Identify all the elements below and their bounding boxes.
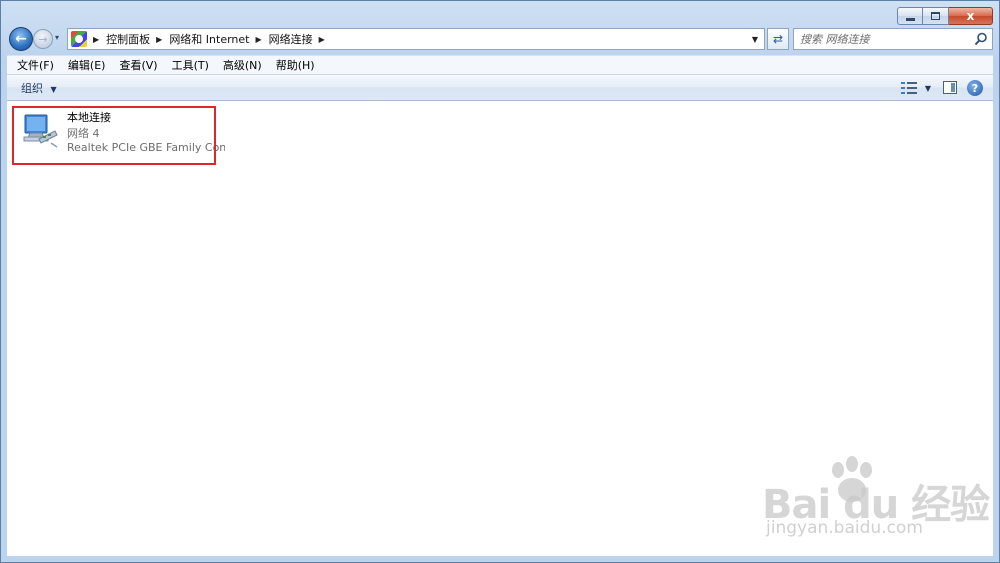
control-panel-icon: [71, 31, 87, 47]
close-icon: x: [966, 9, 975, 23]
breadcrumb-separator-icon[interactable]: ▶: [319, 35, 325, 44]
minimize-button[interactable]: [897, 7, 923, 25]
menu-edit[interactable]: 编辑(E): [61, 57, 113, 73]
connection-adapter: Realtek PCIe GBE Family Contr...: [67, 141, 225, 154]
breadcrumb-separator-icon[interactable]: ▶: [156, 35, 162, 44]
preview-pane-button[interactable]: [943, 81, 957, 94]
forward-arrow-icon: →: [38, 32, 48, 46]
breadcrumb-network-connections[interactable]: 网络连接: [269, 31, 313, 47]
address-bar[interactable]: ▶ 控制面板 ▶ 网络和 Internet ▶ 网络连接 ▶ ▼: [67, 28, 765, 50]
search-box: [793, 28, 993, 50]
address-dropdown-button[interactable]: ▼: [746, 29, 764, 49]
help-button[interactable]: ?: [967, 80, 983, 96]
menu-bar: 文件(F) 编辑(E) 查看(V) 工具(T) 高级(N) 帮助(H): [7, 55, 993, 74]
chevron-down-icon: ▾: [55, 33, 60, 42]
menu-tools[interactable]: 工具(T): [165, 57, 216, 73]
breadcrumb-control-panel[interactable]: 控制面板: [106, 31, 150, 47]
search-icon[interactable]: [974, 32, 988, 46]
breadcrumb-separator-icon[interactable]: ▶: [256, 35, 262, 44]
help-icon: ?: [971, 81, 979, 95]
chevron-down-icon: ▼: [50, 84, 57, 94]
chevron-down-icon: ▼: [924, 83, 931, 93]
refresh-icon: ⇄: [772, 32, 784, 46]
menu-help[interactable]: 帮助(H): [269, 57, 322, 73]
view-list-icon: [900, 81, 917, 95]
organize-button[interactable]: 组织 ▼: [21, 80, 57, 96]
list-item-local-connection[interactable]: 本地连接 网络 4 Realtek PCIe GBE Family Contr.…: [17, 105, 227, 157]
chevron-down-icon: ▼: [751, 34, 759, 44]
refresh-button[interactable]: ⇄: [767, 28, 789, 50]
breadcrumb-network-internet[interactable]: 网络和 Internet: [169, 31, 249, 47]
minimize-icon: [905, 17, 915, 21]
back-button[interactable]: ←: [9, 27, 33, 51]
menu-advanced[interactable]: 高级(N): [216, 57, 269, 73]
search-input[interactable]: [800, 32, 970, 46]
organize-label: 组织: [21, 81, 43, 95]
back-arrow-icon: ←: [15, 31, 27, 47]
command-bar: 组织 ▼ ▼ ?: [7, 74, 993, 101]
caption-buttons: x: [897, 7, 993, 25]
network-adapter-icon: [23, 114, 58, 148]
menu-file[interactable]: 文件(F): [10, 57, 61, 73]
breadcrumb-separator-icon[interactable]: ▶: [93, 35, 99, 44]
file-list-pane: 本地连接 网络 4 Realtek PCIe GBE Family Contr.…: [7, 101, 993, 556]
connection-network: 网络 4: [67, 127, 100, 140]
maximize-icon: [931, 12, 940, 20]
forward-button[interactable]: →: [33, 29, 53, 49]
menu-view[interactable]: 查看(V): [112, 57, 164, 73]
close-button[interactable]: x: [949, 7, 993, 25]
recent-pages-button[interactable]: ▾: [55, 34, 63, 42]
change-view-button[interactable]: ▼: [900, 80, 931, 96]
navigation-row: ← → ▾ ▶ 控制面板 ▶ 网络和 Internet ▶ 网络连接 ▶ ▼ ⇄: [7, 27, 993, 51]
connection-name: 本地连接: [67, 111, 111, 124]
explorer-window: x ← → ▾ ▶ 控制面板 ▶ 网络和 Internet ▶ 网络连接 ▶ ▼: [0, 0, 1000, 563]
maximize-button[interactable]: [923, 7, 949, 25]
